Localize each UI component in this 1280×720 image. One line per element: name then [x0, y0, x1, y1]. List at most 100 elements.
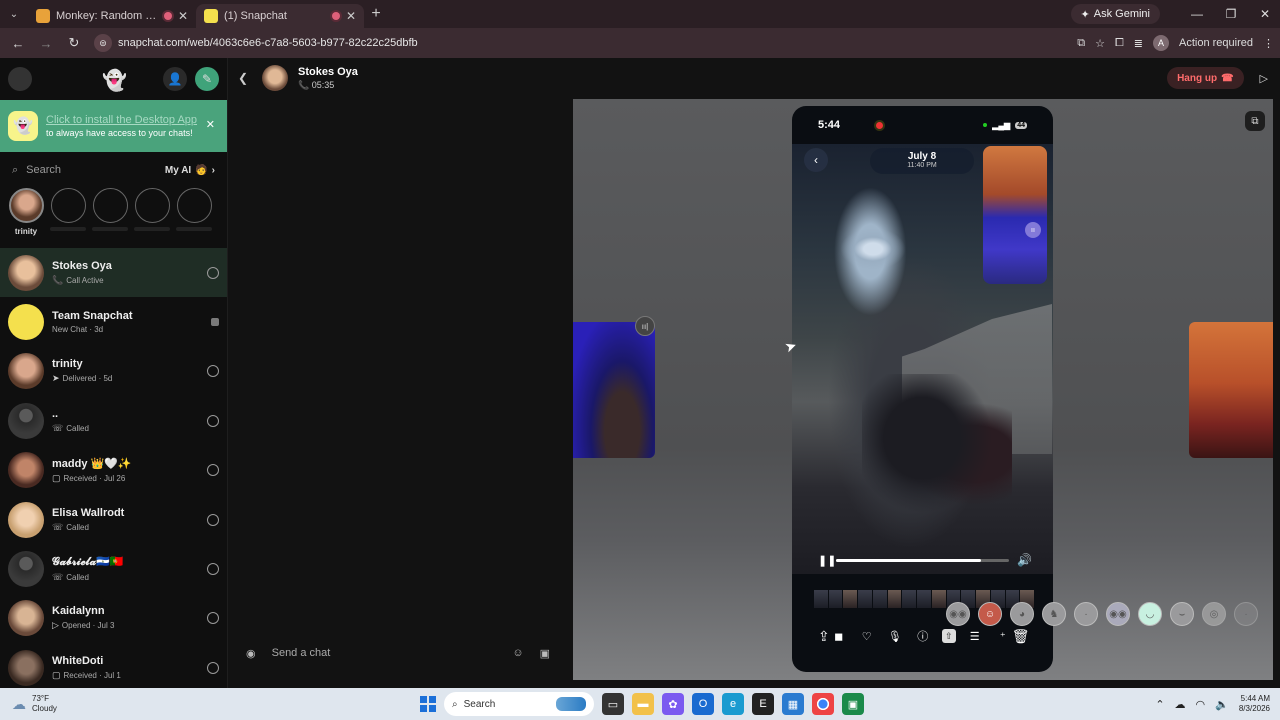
- app-icon[interactable]: ▣: [842, 693, 864, 715]
- heart-icon[interactable]: ♡: [858, 627, 876, 645]
- add-person-icon[interactable]: ⁺: [994, 627, 1012, 645]
- filmstrip-frame[interactable]: [858, 590, 872, 608]
- profile-avatar[interactable]: [8, 67, 32, 91]
- camera-icon[interactable]: [207, 612, 219, 625]
- extensions-icon[interactable]: ⧠: [1115, 37, 1124, 50]
- bookmark-star-icon[interactable]: ☆: [1095, 37, 1105, 50]
- back-chevron-icon[interactable]: ‹: [804, 148, 828, 172]
- task-view-icon[interactable]: ▭: [602, 693, 624, 715]
- chevron-up-icon[interactable]: ⌃: [1155, 698, 1164, 711]
- chat-icon[interactable]: [211, 318, 219, 327]
- filmstrip-frame[interactable]: [902, 590, 917, 608]
- screen-share-icon[interactable]: ⇧: [941, 629, 956, 643]
- lens-button[interactable]: ◕: [1010, 602, 1034, 626]
- avatar[interactable]: [262, 65, 288, 91]
- chrome-icon[interactable]: [812, 693, 834, 715]
- install-app-banner[interactable]: 👻 Click to install the Desktop App to al…: [0, 100, 227, 152]
- tab-snapchat[interactable]: (1) Snapchat ✕: [196, 4, 364, 28]
- forward-button[interactable]: →: [34, 31, 58, 55]
- lens-button[interactable]: ◉◉: [1106, 602, 1130, 626]
- lens-button[interactable]: ♞: [1042, 602, 1066, 626]
- camera-icon[interactable]: [207, 414, 219, 427]
- network-icon[interactable]: ☁: [1175, 698, 1186, 711]
- contact-name[interactable]: Stokes Oya: [298, 66, 358, 78]
- tab-menu-icon[interactable]: ≣: [1134, 37, 1143, 50]
- back-button[interactable]: ←: [6, 31, 30, 55]
- video-scrubber[interactable]: ❚❚ 🔊: [818, 552, 1032, 568]
- scrub-track[interactable]: [836, 558, 1010, 562]
- self-video-tile[interactable]: [1189, 322, 1273, 458]
- camera-icon[interactable]: ◉: [246, 647, 256, 660]
- install-link[interactable]: Click to install the Desktop App: [46, 114, 197, 126]
- expand-play-icon[interactable]: ▷: [1260, 72, 1268, 85]
- new-tab-button[interactable]: +: [364, 2, 388, 26]
- chat-item-dots[interactable]: .. ☏ Called: [0, 396, 227, 445]
- filmstrip-frame[interactable]: [931, 590, 946, 608]
- chat-item-team-snapchat[interactable]: Team Snapchat New Chat · 3d: [0, 297, 227, 346]
- close-window-button[interactable]: ✕: [1250, 7, 1280, 21]
- profile-avatar[interactable]: A: [1153, 35, 1169, 51]
- search-input[interactable]: ⌕ Search My AI 🧑 ›: [0, 152, 227, 188]
- ask-gemini-button[interactable]: ✦ Ask Gemini: [1070, 4, 1160, 24]
- tab-close-icon[interactable]: ✕: [346, 9, 356, 23]
- filmstrip-frame[interactable]: [872, 590, 887, 608]
- filmstrip-frame[interactable]: [843, 590, 858, 608]
- weather-widget[interactable]: ☁ 73°F Cloudy: [0, 694, 120, 714]
- lens-button[interactable]: ◎: [1202, 602, 1226, 626]
- chat-item-maddy[interactable]: maddy 👑🤍✨ ▢ Received · Jul 26: [0, 446, 227, 495]
- camera-icon[interactable]: [207, 266, 219, 279]
- clock[interactable]: 5:44 AM 8/3/2026: [1239, 694, 1270, 714]
- lens-button[interactable]: ·: [1074, 602, 1098, 626]
- wifi-icon[interactable]: ◠: [1196, 698, 1206, 711]
- open-in-app-icon[interactable]: ⧉: [1077, 37, 1085, 50]
- outlook-icon[interactable]: O: [692, 693, 714, 715]
- windows-start-icon[interactable]: [420, 696, 436, 712]
- store-icon[interactable]: ▦: [782, 693, 804, 715]
- url-input[interactable]: ⊜ snapchat.com/web/4063c6e6-c7a8-5603-b9…: [90, 32, 1040, 54]
- speaker-icon[interactable]: 🔈: [1215, 698, 1229, 711]
- share-icon[interactable]: ⇪: [818, 628, 830, 645]
- camera-icon[interactable]: [207, 513, 219, 526]
- tab-monkey[interactable]: Monkey: Random Video Ch ✕: [28, 4, 196, 28]
- maximize-button[interactable]: ❐: [1216, 7, 1246, 21]
- chat-item-elisa-wallrodt[interactable]: Elisa Wallrodt ☏ Called: [0, 495, 227, 544]
- hang-up-button[interactable]: Hang up ☎: [1167, 67, 1244, 89]
- tab-search-icon[interactable]: ⌄: [0, 0, 28, 28]
- story-trinity[interactable]: trinity: [8, 188, 44, 237]
- emoji-icon[interactable]: ☺: [512, 647, 523, 659]
- lens-button[interactable]: ⌣: [1170, 602, 1194, 626]
- chat-item-gabriela[interactable]: 𝓖𝓪𝓫𝓻𝓲𝓮𝓵𝓪🇸🇻🇵🇹 ☏ Called: [0, 544, 227, 593]
- close-icon[interactable]: ✕: [206, 118, 215, 131]
- lens-button[interactable]: ◡: [1138, 602, 1162, 626]
- kebab-menu-icon[interactable]: ⋮: [1263, 37, 1274, 50]
- video-call-icon[interactable]: ◼: [830, 627, 848, 645]
- reload-button[interactable]: ↻: [62, 31, 86, 55]
- sticker-icon[interactable]: ▣: [540, 647, 550, 660]
- pause-icon[interactable]: ❚❚: [818, 554, 836, 567]
- camera-icon[interactable]: [207, 661, 219, 674]
- chat-item-whitedoti[interactable]: WhiteDoti ▢ Received · Jul 1: [0, 643, 227, 692]
- lens-button[interactable]: ☺: [978, 602, 1002, 626]
- camera-icon[interactable]: [207, 464, 219, 477]
- camera-icon[interactable]: [207, 365, 219, 378]
- edge-icon[interactable]: e: [722, 693, 744, 715]
- chat-item-stokes-oya[interactable]: Stokes Oya 📞 Call Active: [0, 248, 227, 298]
- info-icon[interactable]: ⓘ: [914, 627, 932, 645]
- tab-close-icon[interactable]: ✕: [178, 9, 188, 23]
- filmstrip-frame[interactable]: [814, 590, 828, 608]
- trash-icon[interactable]: 🗑: [1012, 628, 1030, 645]
- participant-video-tile[interactable]: ıı|: [573, 316, 655, 458]
- filmstrip-frame[interactable]: [887, 590, 902, 608]
- new-chat-button[interactable]: ✎: [195, 67, 219, 91]
- taskbar-search[interactable]: ⌕ Search: [444, 692, 594, 716]
- adjust-icon[interactable]: ☰: [966, 627, 984, 645]
- lens-button[interactable]: ·: [1234, 602, 1258, 626]
- filmstrip-frame[interactable]: [828, 590, 843, 608]
- my-ai-button[interactable]: My AI 🧑 ›: [165, 165, 215, 176]
- pop-out-icon[interactable]: ⧉: [1245, 111, 1265, 131]
- epic-games-icon[interactable]: E: [752, 693, 774, 715]
- file-explorer-icon[interactable]: ▬: [632, 693, 654, 715]
- add-friend-button[interactable]: 👤: [163, 67, 187, 91]
- lens-button[interactable]: ◉◉: [946, 602, 970, 626]
- chat-item-trinity[interactable]: trinity ➤ Delivered · 5d: [0, 347, 227, 396]
